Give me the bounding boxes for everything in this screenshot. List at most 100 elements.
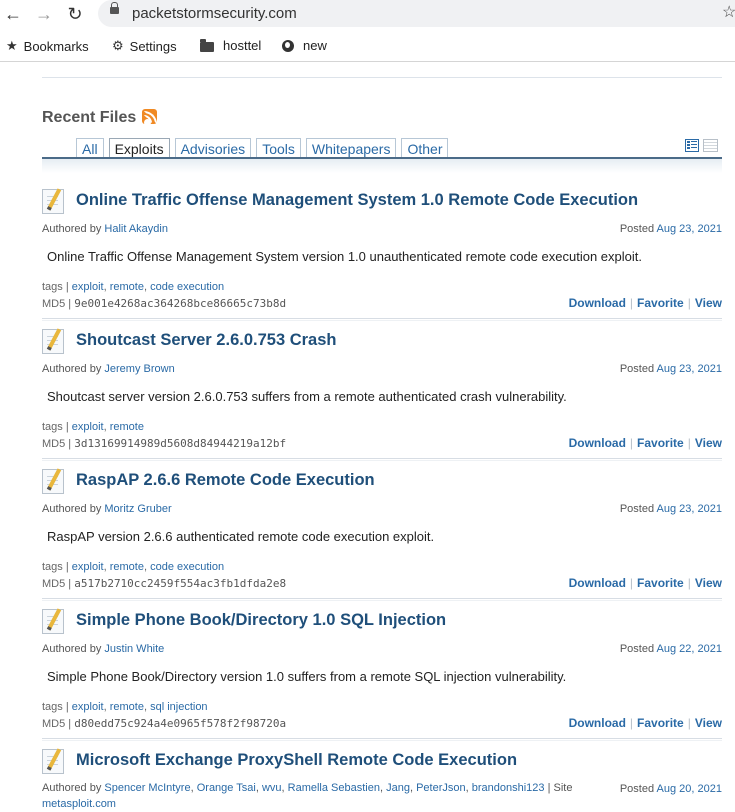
bookmark-new[interactable]: new (282, 38, 327, 53)
action-separator: | (687, 296, 691, 310)
view-link[interactable]: View (695, 436, 722, 450)
tag-separator: , (103, 561, 107, 573)
author-link[interactable]: Spencer McIntyre (104, 782, 190, 794)
favorite-link[interactable]: Favorite (637, 576, 684, 590)
bookmark-bookmarks[interactable]: ★ Bookmarks (6, 38, 89, 54)
folder-icon (200, 38, 214, 52)
md5-hash: 9e001e4268ac364268bce86665c73b8d (74, 297, 287, 310)
tag-link[interactable]: exploit (72, 701, 104, 713)
author-link[interactable]: Orange Tsai (197, 782, 256, 794)
author-link[interactable]: PeterJson (416, 782, 466, 794)
file-title-link[interactable]: Online Traffic Offense Management System… (76, 191, 638, 210)
detail-view-icon[interactable] (703, 139, 718, 152)
tags-line: tags | exploit, remote, code execution (42, 281, 224, 293)
author-line: Authored by Halit Akaydin (42, 223, 168, 235)
file-description: RaspAP version 2.6.6 authenticated remot… (47, 529, 435, 544)
download-link[interactable]: Download (569, 436, 626, 450)
tags-label: tags | (42, 281, 69, 293)
author-link[interactable]: Justin White (104, 643, 164, 655)
document-icon[interactable] (42, 329, 64, 354)
author-link[interactable]: Jang (386, 782, 410, 794)
lock-icon[interactable] (110, 2, 119, 14)
document-icon[interactable] (42, 189, 64, 214)
favorite-link[interactable]: Favorite (637, 436, 684, 450)
date-link[interactable]: Aug 23, 2021 (657, 363, 722, 375)
document-icon[interactable] (42, 609, 64, 634)
date-link[interactable]: Aug 23, 2021 (657, 503, 722, 515)
md5-line: MD5 | a517b2710cc2459f554ac3fb1dfda2e8 (42, 577, 286, 590)
document-icon[interactable] (42, 749, 64, 774)
bookmark-hosttel[interactable]: hosttel (200, 38, 261, 53)
tab-other[interactable]: Other (401, 138, 449, 159)
download-link[interactable]: Download (569, 296, 626, 310)
site-link[interactable]: metasploit.com (42, 798, 116, 810)
author-separator: , (379, 782, 384, 794)
globe-icon (282, 39, 294, 52)
tag-link[interactable]: remote (110, 561, 144, 573)
bookmark-star-icon[interactable]: ☆ (722, 2, 735, 22)
download-link[interactable]: Download (569, 716, 626, 730)
entry-divider-shadow (42, 600, 722, 601)
date-link[interactable]: Aug 20, 2021 (657, 783, 722, 795)
tag-link[interactable]: exploit (72, 561, 104, 573)
file-title-link[interactable]: Simple Phone Book/Directory 1.0 SQL Inje… (76, 611, 446, 630)
back-arrow-icon[interactable]: ← (2, 3, 24, 25)
tag-link[interactable]: exploit (72, 421, 104, 433)
md5-hash: d80edd75c924a4e0965f578f2f98720a (74, 717, 287, 730)
bookmark-label: Settings (129, 38, 177, 54)
tag-separator: , (103, 701, 107, 713)
date-link[interactable]: Aug 22, 2021 (657, 643, 722, 655)
favorite-link[interactable]: Favorite (637, 716, 684, 730)
reload-icon[interactable]: ↻ (64, 3, 86, 25)
author-link[interactable]: Halit Akaydin (104, 223, 168, 235)
md5-hash: 3d13169914989d5608d84944219a12bf (74, 437, 287, 450)
view-link[interactable]: View (695, 296, 722, 310)
tag-link[interactable]: code execution (150, 561, 224, 573)
tab-whitepapers[interactable]: Whitepapers (305, 138, 397, 159)
tab-all[interactable]: All (76, 138, 104, 159)
section-title: Recent Files (42, 109, 137, 126)
bookmark-settings[interactable]: ⚙ Settings (112, 38, 177, 54)
view-link[interactable]: View (695, 576, 722, 590)
tag-link[interactable]: remote (110, 421, 144, 433)
url-text[interactable]: packetstormsecurity.com (132, 5, 297, 22)
posted-line: Posted Aug 23, 2021 (620, 363, 722, 375)
forward-arrow-icon[interactable]: → (33, 3, 55, 25)
tag-separator: , (143, 701, 148, 713)
tag-link[interactable]: remote (110, 701, 144, 713)
md5-hash: a517b2710cc2459f554ac3fb1dfda2e8 (74, 577, 287, 590)
view-link[interactable]: View (695, 716, 722, 730)
tab-tools[interactable]: Tools (256, 138, 301, 159)
entry-divider (42, 318, 722, 319)
rss-feed-icon[interactable] (142, 109, 157, 126)
author-separator: , (190, 782, 194, 794)
file-title-link[interactable]: Microsoft Exchange ProxyShell Remote Cod… (76, 751, 517, 770)
author-link[interactable]: Jeremy Brown (104, 363, 174, 375)
author-link[interactable]: Moritz Gruber (104, 503, 171, 515)
file-title-link[interactable]: Shoutcast Server 2.6.0.753 Crash (76, 331, 336, 350)
tag-link[interactable]: remote (110, 281, 144, 293)
list-view-icon[interactable] (685, 139, 699, 152)
posted-label: Posted (619, 363, 655, 375)
author-link[interactable]: Ramella Sebastien (288, 782, 380, 794)
tag-link[interactable]: exploit (72, 281, 104, 293)
author-line: Authored by Moritz Gruber (42, 503, 172, 515)
tag-link[interactable]: code execution (150, 281, 224, 293)
author-line: Authored by Spencer McIntyre, Orange Tsa… (42, 780, 582, 812)
document-icon[interactable] (42, 469, 64, 494)
favorite-link[interactable]: Favorite (637, 296, 684, 310)
file-title-link[interactable]: RaspAP 2.6.6 Remote Code Execution (76, 471, 375, 490)
author-link[interactable]: brandonshi123 (472, 782, 545, 794)
action-separator: | (687, 576, 691, 590)
authored-by-label: Authored by (42, 782, 102, 794)
entry-divider-shadow (42, 320, 722, 321)
date-link[interactable]: Aug 23, 2021 (657, 223, 722, 235)
entry-divider-shadow (42, 740, 722, 741)
author-link[interactable]: wvu (262, 782, 282, 794)
download-link[interactable]: Download (569, 576, 626, 590)
tag-link[interactable]: sql injection (150, 701, 207, 713)
tab-advisories[interactable]: Advisories (174, 138, 252, 159)
action-separator: | (687, 716, 691, 730)
md5-label: MD5 | (42, 578, 72, 590)
file-actions: Download | Favorite | View (569, 716, 722, 730)
